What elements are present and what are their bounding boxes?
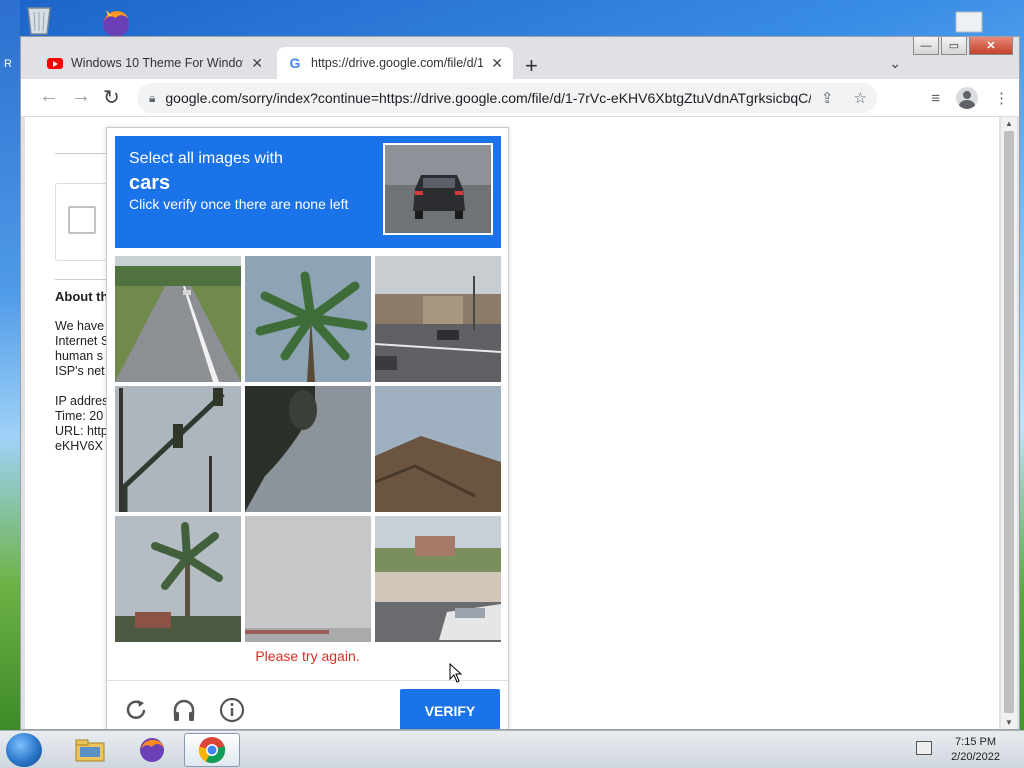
captcha-footer: VERIFY xyxy=(107,680,508,729)
sample-car-image xyxy=(383,143,493,235)
about-line: ISP's net xyxy=(55,364,105,378)
lock-icon[interactable]: 🔒︎ xyxy=(149,91,155,106)
instruction-line-1: Select all images with xyxy=(129,150,283,167)
about-text: We have Internet S human s ISP's net IP … xyxy=(55,319,109,454)
tile-palm-tree[interactable] xyxy=(245,256,371,382)
tab-youtube[interactable]: Windows 10 Theme For Windows ✕ xyxy=(37,47,273,79)
captcha-challenge: Select all images with cars Click verify… xyxy=(106,127,509,729)
address-url[interactable]: google.com/sorry/index?continue=https://… xyxy=(165,90,811,106)
clock-date: 2/20/2022 xyxy=(951,751,1000,763)
desktop-icon-label: R xyxy=(4,58,12,70)
share-icon[interactable]: ⇪ xyxy=(821,89,834,107)
page-content: About th We have Internet S human s ISP'… xyxy=(25,117,999,729)
tile-tree-close-up[interactable] xyxy=(245,386,371,512)
scroll-down-arrow-icon[interactable]: ▼ xyxy=(1005,718,1013,727)
tab-strip: Windows 10 Theme For Windows ✕ G https:/… xyxy=(21,43,1019,79)
tile-street-intersection[interactable] xyxy=(375,256,501,382)
about-line: We have xyxy=(55,319,105,333)
scrollbar-thumb[interactable] xyxy=(1004,131,1014,713)
browser-toolbar: ← → ↻ 🔒︎ google.com/sorry/index?continue… xyxy=(21,79,1019,117)
about-line: Internet S xyxy=(55,334,110,348)
desktop-background xyxy=(0,0,20,730)
bookmark-star-icon[interactable]: ☆ xyxy=(854,89,867,107)
toolbar-right: ≡ ⋮ xyxy=(931,87,1009,109)
tile-building-roof[interactable] xyxy=(375,386,501,512)
firefox-icon xyxy=(140,738,164,762)
folder-icon xyxy=(75,739,105,762)
about-line: human s xyxy=(55,349,103,363)
recycle-bin-icon[interactable] xyxy=(22,4,56,36)
back-arrow-icon[interactable]: ← xyxy=(39,85,59,108)
browser-window: — ▭ ✕ Windows 10 Theme For Windows ✕ G h… xyxy=(20,36,1020,730)
chrome-icon xyxy=(198,737,226,764)
profile-avatar-icon[interactable] xyxy=(956,87,978,109)
about-line: URL: http xyxy=(55,424,108,438)
desktop-file-icon[interactable] xyxy=(954,8,988,36)
close-tab-icon[interactable]: ✕ xyxy=(251,55,263,72)
tab-search-chevron-icon[interactable]: ⌄ xyxy=(889,55,901,72)
taskbar-chrome[interactable] xyxy=(184,733,240,767)
info-icon[interactable] xyxy=(217,695,247,725)
retry-message: Please try again. xyxy=(255,648,360,664)
taskbar-file-explorer[interactable] xyxy=(62,733,118,767)
image-grid xyxy=(115,256,501,642)
new-tab-button[interactable]: + xyxy=(525,53,538,79)
tab-google-sorry[interactable]: G https://drive.google.com/file/d/1 ✕ xyxy=(277,47,513,79)
tile-palm-tree-2[interactable] xyxy=(115,516,241,642)
vertical-scrollbar[interactable]: ▲ ▼ xyxy=(1001,117,1017,729)
tile-overcast-sky[interactable] xyxy=(245,516,371,642)
about-heading: About th xyxy=(55,289,109,304)
system-clock[interactable]: 7:15 PM 2/20/2022 xyxy=(951,735,1000,765)
tile-traffic-lights[interactable] xyxy=(115,386,241,512)
menu-kebab-icon[interactable]: ⋮ xyxy=(994,89,1009,107)
clock-time: 7:15 PM xyxy=(955,736,997,748)
close-tab-icon[interactable]: ✕ xyxy=(491,55,503,72)
firefox-desktop-icon[interactable] xyxy=(96,4,136,38)
about-line: IP addres xyxy=(55,394,109,408)
verify-button[interactable]: VERIFY xyxy=(400,689,500,729)
tile-parked-car-street[interactable] xyxy=(375,516,501,642)
taskbar-firefox[interactable] xyxy=(124,733,180,767)
scroll-up-arrow-icon[interactable]: ▲ xyxy=(1005,119,1013,128)
recaptcha-checkbox[interactable] xyxy=(68,206,96,234)
reload-challenge-icon[interactable] xyxy=(121,695,151,725)
youtube-icon xyxy=(47,57,63,69)
tile-road-with-car[interactable] xyxy=(115,256,241,382)
address-bar[interactable]: 🔒︎ google.com/sorry/index?continue=https… xyxy=(137,83,877,113)
network-tray-icon[interactable] xyxy=(916,741,932,755)
start-button[interactable] xyxy=(6,733,42,767)
forward-arrow-icon[interactable]: → xyxy=(71,85,91,108)
tab-title: Windows 10 Theme For Windows xyxy=(71,56,244,70)
reload-icon[interactable]: ↻ xyxy=(103,85,120,110)
tab-title: https://drive.google.com/file/d/1 xyxy=(311,56,484,70)
captcha-header: Select all images with cars Click verify… xyxy=(115,136,501,248)
target-object: cars xyxy=(129,172,171,194)
taskbar: 7:15 PM 2/20/2022 xyxy=(0,730,1024,768)
media-control-icon[interactable]: ≡ xyxy=(931,90,940,107)
about-line: eKHV6X xyxy=(55,439,103,453)
about-line: Time: 20 xyxy=(55,409,104,423)
instruction-line-2: Click verify once there are none left xyxy=(129,196,349,212)
google-icon: G xyxy=(289,55,301,71)
audio-challenge-icon[interactable] xyxy=(169,695,199,725)
mouse-cursor-icon xyxy=(449,663,463,683)
